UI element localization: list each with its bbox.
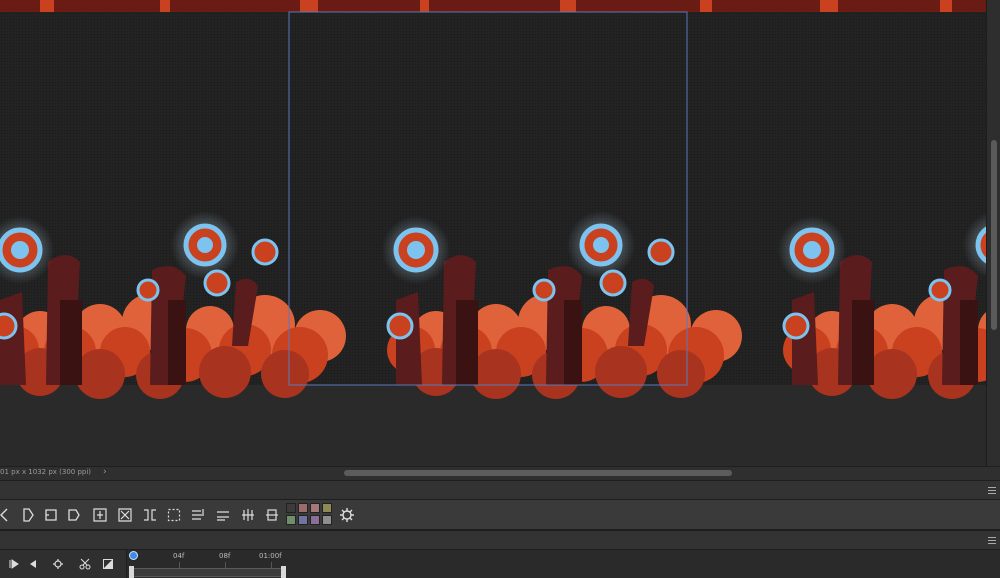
swatch-blue[interactable] [298,515,308,525]
tick-label: 08f [219,552,231,560]
cut-scissors-icon[interactable] [77,556,93,572]
document-info: 01 px x 1032 px (300 ppi) [0,468,92,476]
range-end-handle[interactable] [281,566,286,578]
swatch-purple[interactable] [310,515,320,525]
tick-label: 04f [173,552,185,560]
page-left-icon[interactable] [41,505,61,525]
playhead[interactable] [129,551,138,560]
bracket-right-icon[interactable] [18,505,38,525]
vertical-scroll-thumb[interactable] [991,140,997,330]
swatch-none[interactable] [286,503,296,513]
timeline-menu-icon[interactable] [988,537,996,544]
settings-gear-icon[interactable] [337,505,357,525]
previous-frame-icon[interactable] [25,556,41,572]
fit-height-icon[interactable] [90,505,110,525]
playback-range[interactable] [131,568,283,577]
page-right-icon[interactable] [64,505,84,525]
vertical-scrollbar[interactable] [986,0,1000,466]
fit-cross-icon[interactable] [115,505,135,525]
timeline-ruler[interactable]: 04f 08f 01:00f [126,550,1000,578]
distribute-vertical-icon[interactable] [238,505,258,525]
swatch-red[interactable] [298,503,308,513]
onion-settings-icon[interactable] [50,556,66,572]
canvas-area[interactable] [0,0,986,466]
align-text-icon[interactable] [188,505,208,525]
select-dotted-icon[interactable] [164,505,184,525]
bracket-left-icon[interactable] [0,505,16,525]
timeline-panel: 04f 08f 01:00f [0,550,1000,578]
panel-menu-icon[interactable] [988,487,996,494]
tick-label: 01:00f [259,552,282,560]
distribute-icon[interactable] [213,505,233,525]
panel-header [0,480,1000,500]
swatch-olive[interactable] [322,503,332,513]
play-icon[interactable] [6,556,22,572]
chevron-right-icon[interactable]: › [103,467,107,477]
range-start-handle[interactable] [129,566,134,578]
swatch-green[interactable] [286,515,296,525]
timeline-header [0,530,1000,550]
status-bar: 01 px x 1032 px (300 ppi) › [0,466,1000,480]
light-table-icon[interactable] [100,556,116,572]
artwork-canvas[interactable] [0,0,986,466]
swatch-pink[interactable] [310,503,320,513]
swatch-gray[interactable] [322,515,332,525]
distribute-horizontal-icon[interactable] [262,505,282,525]
horizontal-scroll-thumb[interactable] [344,470,732,476]
frame-toolbar [0,500,1000,530]
split-icon[interactable] [140,505,160,525]
